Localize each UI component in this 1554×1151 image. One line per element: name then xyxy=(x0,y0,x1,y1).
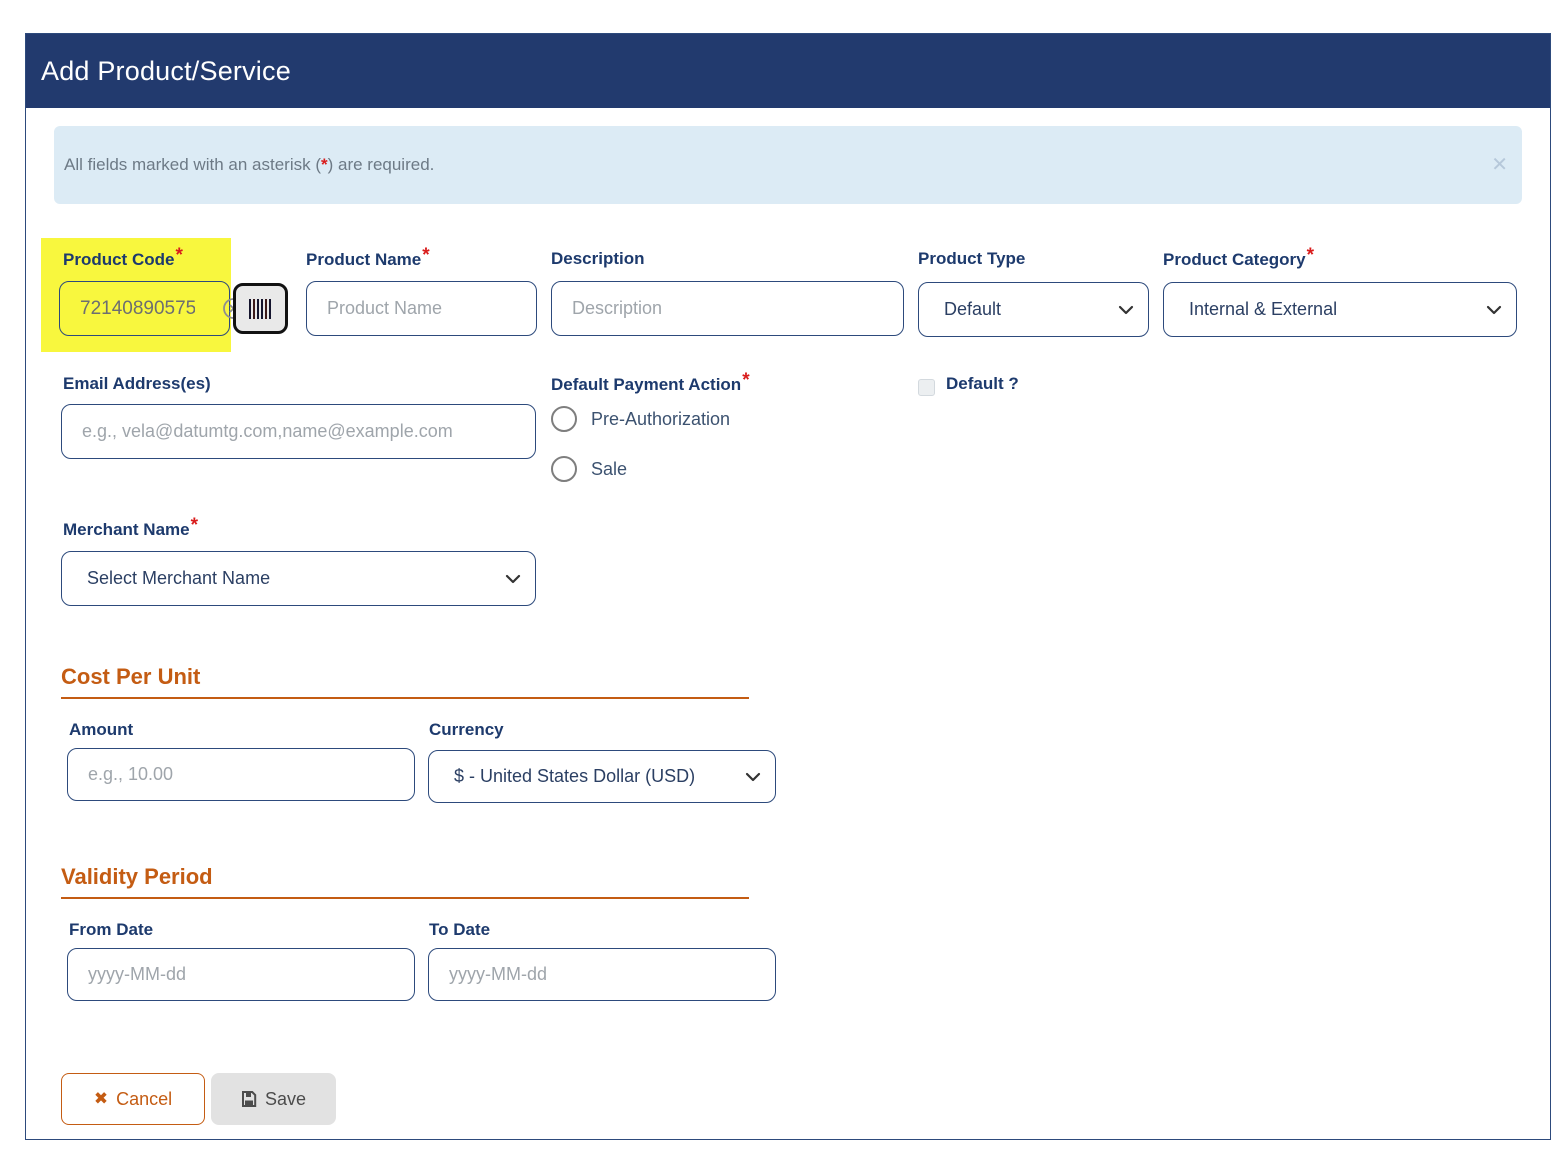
barcode-scan-button[interactable] xyxy=(233,283,288,334)
save-button-label: Save xyxy=(265,1089,306,1110)
pre-authorization-radio[interactable] xyxy=(551,406,577,432)
merchant-name-select[interactable]: Select Merchant Name xyxy=(61,551,536,606)
to-date-input[interactable] xyxy=(428,948,776,1001)
chevron-down-icon xyxy=(1118,305,1134,315)
default-checkbox[interactable] xyxy=(918,379,935,396)
cancel-x-icon: ✖ xyxy=(94,1089,108,1109)
product-type-select[interactable]: Default xyxy=(918,282,1149,337)
alert-text-before: All fields marked with an asterisk ( xyxy=(64,155,321,174)
chevron-down-icon xyxy=(745,772,761,782)
cost-per-unit-heading: Cost Per Unit xyxy=(61,664,200,690)
merchant-name-label: Merchant Name* xyxy=(63,519,198,541)
close-icon[interactable]: ✕ xyxy=(1491,155,1508,175)
required-fields-alert: All fields marked with an asterisk (*) a… xyxy=(54,126,1522,204)
amount-label: Amount xyxy=(69,720,133,740)
product-name-input[interactable] xyxy=(306,281,537,336)
product-category-label: Product Category* xyxy=(1163,249,1314,271)
product-code-label: Product Code* xyxy=(63,249,183,271)
cost-per-unit-rule xyxy=(61,697,749,699)
barcode-icon xyxy=(248,297,274,321)
save-button[interactable]: Save xyxy=(211,1073,336,1125)
email-label: Email Address(es) xyxy=(63,374,211,394)
default-checkbox-label[interactable]: Default ? xyxy=(946,374,1019,394)
add-product-card: Add Product/Service All fields marked wi… xyxy=(25,33,1551,1140)
cancel-button[interactable]: ✖ Cancel xyxy=(61,1073,205,1125)
page-title: Add Product/Service xyxy=(41,56,291,87)
product-category-select[interactable]: Internal & External xyxy=(1163,282,1517,337)
product-type-label: Product Type xyxy=(918,249,1025,269)
description-input[interactable] xyxy=(551,281,904,336)
default-payment-action-label: Default Payment Action* xyxy=(551,374,750,396)
cancel-button-label: Cancel xyxy=(116,1089,172,1110)
currency-select[interactable]: $ - United States Dollar (USD) xyxy=(428,750,776,803)
save-icon xyxy=(241,1091,257,1107)
validity-period-heading: Validity Period xyxy=(61,864,213,890)
alert-text-after: ) are required. xyxy=(328,155,435,174)
from-date-label: From Date xyxy=(69,920,153,940)
alert-text: All fields marked with an asterisk (*) a… xyxy=(64,155,434,175)
radio-option-pre-authorization: Pre-Authorization xyxy=(551,406,730,432)
radio-option-sale: Sale xyxy=(551,456,627,482)
amount-input[interactable] xyxy=(67,748,415,801)
sale-radio-label[interactable]: Sale xyxy=(591,459,627,480)
description-label: Description xyxy=(551,249,645,269)
product-name-label: Product Name* xyxy=(306,249,430,271)
card-header: Add Product/Service xyxy=(26,34,1550,108)
chevron-down-icon xyxy=(1486,305,1502,315)
sale-radio[interactable] xyxy=(551,456,577,482)
pre-authorization-radio-label[interactable]: Pre-Authorization xyxy=(591,409,730,430)
currency-label: Currency xyxy=(429,720,504,740)
validity-period-rule xyxy=(61,897,749,899)
chevron-down-icon xyxy=(505,574,521,584)
product-code-input[interactable] xyxy=(59,281,230,336)
alert-asterisk: * xyxy=(321,155,328,174)
to-date-label: To Date xyxy=(429,920,490,940)
email-input[interactable] xyxy=(61,404,536,459)
from-date-input[interactable] xyxy=(67,948,415,1001)
